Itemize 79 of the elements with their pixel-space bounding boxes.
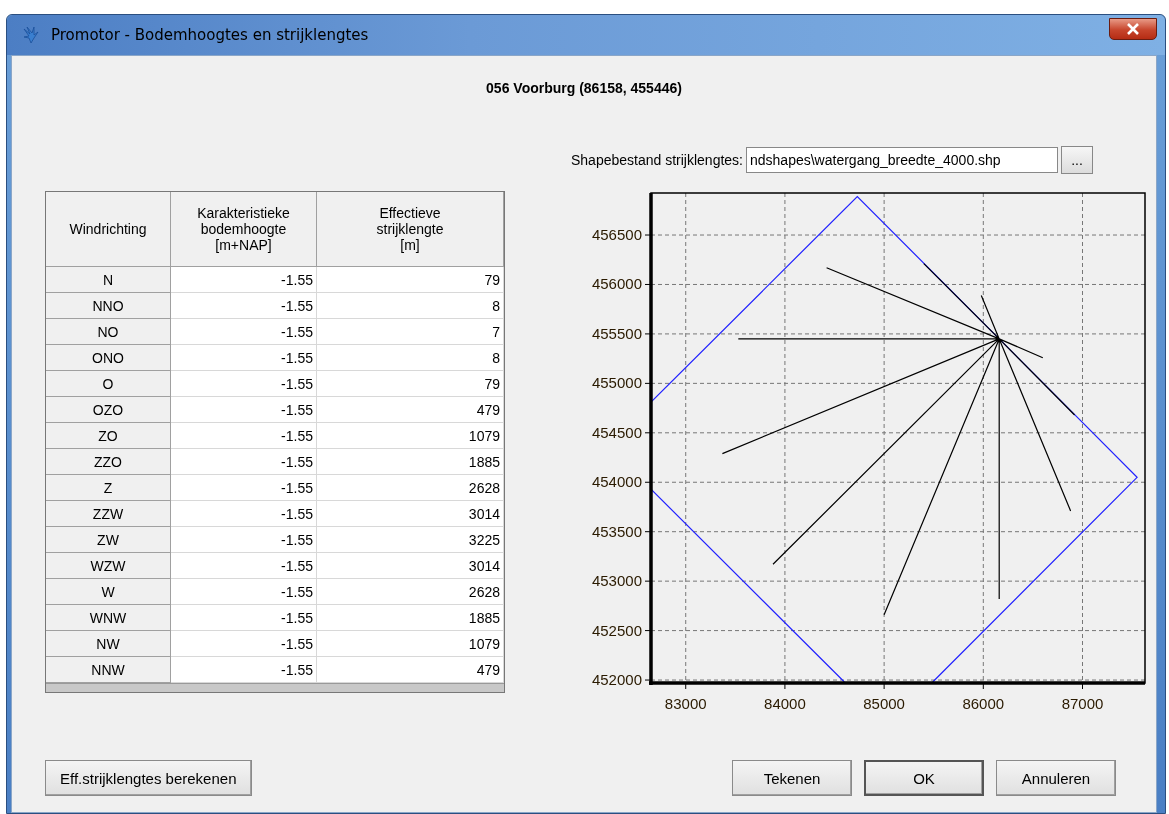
table-cell: -1.55 xyxy=(171,397,317,423)
table-cell: 3014 xyxy=(317,501,504,527)
dialog-button[interactable]: Tekenen xyxy=(732,760,852,796)
row-header: ZZO xyxy=(46,449,171,475)
browse-button[interactable]: ... xyxy=(1061,146,1093,174)
close-button[interactable] xyxy=(1109,18,1157,40)
app-icon xyxy=(21,25,41,45)
table-cell: 1079 xyxy=(317,631,504,657)
table-cell: 8 xyxy=(317,345,504,371)
table-cell: -1.55 xyxy=(171,605,317,631)
x-tick-label: 85000 xyxy=(863,695,905,711)
row-header: Z xyxy=(46,475,171,501)
x-tick-label: 84000 xyxy=(764,695,806,711)
table-cell: 79 xyxy=(317,267,504,293)
window-title: Promotor - Bodemhoogtes en strijklengtes xyxy=(51,26,369,44)
row-header: W xyxy=(46,579,171,605)
column-header: Effectieve strijklengte [m] xyxy=(317,192,504,267)
row-header: NNO xyxy=(46,293,171,319)
dialog-button[interactable]: OK xyxy=(864,760,984,796)
y-tick-label: 454500 xyxy=(591,423,642,441)
table-cell: 2628 xyxy=(317,579,504,605)
column-header: Windrichting xyxy=(46,192,171,267)
table-cell: -1.55 xyxy=(171,319,317,345)
y-tick-label: 454000 xyxy=(591,473,642,491)
table-cell: -1.55 xyxy=(171,657,317,683)
y-tick-label: 455000 xyxy=(591,374,642,392)
y-tick-label: 452000 xyxy=(591,671,642,689)
x-tick-label: 83000 xyxy=(664,695,707,711)
row-header: NW xyxy=(46,631,171,657)
y-tick-label: 453000 xyxy=(591,572,642,590)
table-cell: -1.55 xyxy=(171,293,317,319)
row-header: ZZW xyxy=(46,501,171,527)
table-cell: -1.55 xyxy=(171,553,317,579)
horizontal-scrollbar[interactable] xyxy=(46,683,504,692)
y-tick-label: 456500 xyxy=(591,226,642,244)
x-tick-label: 86000 xyxy=(962,695,1005,711)
close-icon xyxy=(1126,23,1140,35)
table-cell: 3014 xyxy=(317,553,504,579)
row-header: WNW xyxy=(46,605,171,631)
table-cell: -1.55 xyxy=(171,579,317,605)
table-cell: -1.55 xyxy=(171,449,317,475)
table-cell: 7 xyxy=(317,319,504,345)
shapefile-label: Shapebestand strijklengtes: xyxy=(571,152,743,168)
table-cell: 1079 xyxy=(317,423,504,449)
dialog-button[interactable]: Annuleren xyxy=(996,760,1116,796)
shapefile-field[interactable]: ndshapes\watergang_breedte_4000.shp xyxy=(746,147,1058,173)
table-cell: -1.55 xyxy=(171,423,317,449)
table-cell: -1.55 xyxy=(171,267,317,293)
row-header: OZO xyxy=(46,397,171,423)
table-cell: -1.55 xyxy=(171,631,317,657)
y-tick-label: 453500 xyxy=(591,522,642,540)
x-tick-label: 87000 xyxy=(1061,695,1104,711)
table-cell: -1.55 xyxy=(171,345,317,371)
row-header: NO xyxy=(46,319,171,345)
row-header: NNW xyxy=(46,657,171,683)
table-cell: 1885 xyxy=(317,605,504,631)
row-header: WZW xyxy=(46,553,171,579)
table-cell: 8 xyxy=(317,293,504,319)
dialog-button[interactable]: Eff.strijklengtes berekenen xyxy=(45,760,252,796)
row-header: N xyxy=(46,267,171,293)
table-cell: 3225 xyxy=(317,527,504,553)
table-cell: -1.55 xyxy=(171,501,317,527)
table-cell: 2628 xyxy=(317,475,504,501)
row-header: ZO xyxy=(46,423,171,449)
row-header: O xyxy=(46,371,171,397)
y-tick-label: 452500 xyxy=(591,621,642,639)
table-cell: 479 xyxy=(317,397,504,423)
row-header: ONO xyxy=(46,345,171,371)
location-heading: 056 Voorburg (86158, 455446) xyxy=(485,79,683,98)
column-header: Karakteristieke bodemhoogte [m+NAP] xyxy=(171,192,317,267)
table-cell: -1.55 xyxy=(171,371,317,397)
table-cell: -1.55 xyxy=(171,527,317,553)
y-tick-label: 456000 xyxy=(591,275,642,293)
y-tick-label: 455500 xyxy=(591,324,642,342)
table-cell: 79 xyxy=(317,371,504,397)
table-cell: 1885 xyxy=(317,449,504,475)
row-header: ZW xyxy=(46,527,171,553)
table-cell: 479 xyxy=(317,657,504,683)
table-cell: -1.55 xyxy=(171,475,317,501)
